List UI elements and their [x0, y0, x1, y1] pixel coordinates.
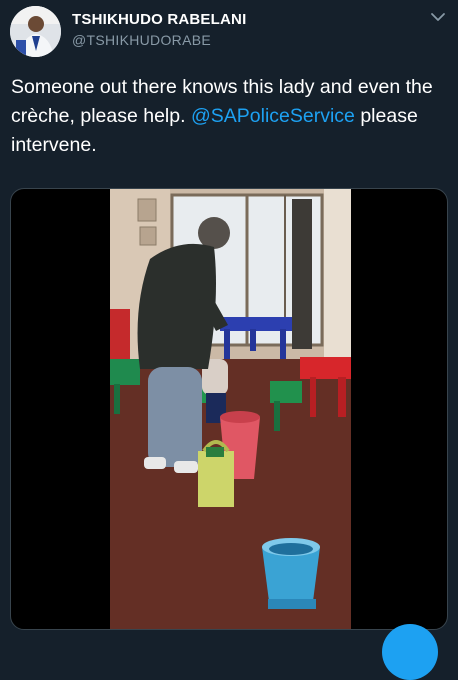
author-handle[interactable]: @TSHIKHUDORABE — [72, 32, 211, 48]
author-name[interactable]: TSHIKHUDO RABELANI — [72, 11, 246, 28]
author-avatar[interactable] — [10, 6, 61, 57]
tweet-video[interactable] — [10, 188, 448, 630]
mention-link[interactable]: @SAPoliceService — [191, 105, 355, 127]
chevron-down-icon[interactable] — [428, 10, 448, 26]
video-frame — [110, 189, 351, 629]
compose-tweet-button[interactable] — [382, 624, 438, 680]
tweet-text: Someone out there knows this lady and ev… — [11, 73, 451, 160]
